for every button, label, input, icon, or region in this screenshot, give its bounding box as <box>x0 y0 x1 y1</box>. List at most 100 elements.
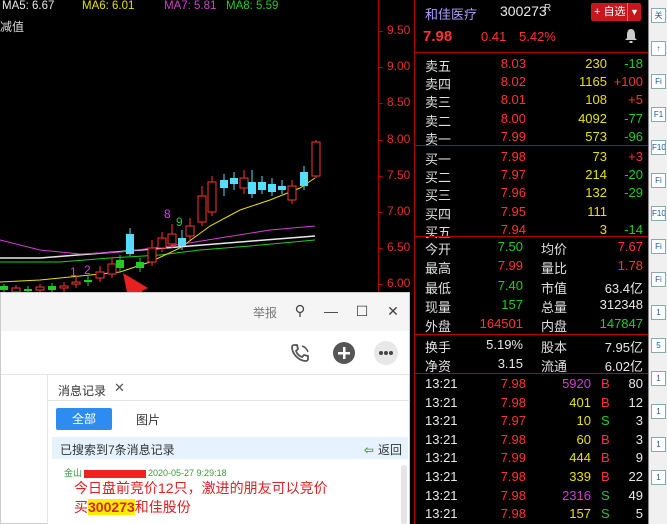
filter-all-button[interactable]: 全部 <box>56 408 112 430</box>
stat-value: 7.40 <box>497 277 523 293</box>
phone-icon[interactable] <box>287 340 313 366</box>
candle-body <box>268 184 276 192</box>
order-book-row[interactable]: 卖三 8.01 108 +5 <box>415 90 649 110</box>
tick-volume: 339 <box>569 469 591 484</box>
toolbar-icon[interactable]: 1 <box>651 470 666 485</box>
tick-direction: S <box>601 487 610 503</box>
stat-label: 量比 <box>541 261 568 277</box>
stat-value: 312348 <box>599 296 643 312</box>
order-book-row[interactable]: 买四 7.95 111 <box>415 202 649 222</box>
tick-row: 13:21 7.98 157 S 5 <box>415 504 649 523</box>
candle-body <box>239 177 249 189</box>
order-price: 8.01 <box>500 92 526 108</box>
add-friend-icon[interactable] <box>331 340 357 366</box>
back-button[interactable]: ⇦ 返回 <box>364 441 402 458</box>
tab-message-record[interactable]: 消息记录 ✕ <box>48 375 410 401</box>
back-arrow-icon: ⇦ <box>363 443 374 457</box>
order-book-row[interactable]: 买三 7.96 132 -29 <box>415 183 649 203</box>
tick-row: 13:21 7.98 2316 S 49 <box>415 486 649 505</box>
stat-label: 市值 <box>541 280 568 296</box>
order-volume: 1165 <box>579 74 607 90</box>
candle-body <box>107 263 117 275</box>
chat-window: 举报 — ☐ ✕ 消息记录 ✕ 全部 图片 已搜索到7条消息记录 ⇦ 返回 金山… <box>0 292 410 524</box>
order-price: 8.03 <box>500 56 526 71</box>
price-tick-label: 6.50 <box>387 240 411 255</box>
sender-name: 金山 <box>64 468 83 478</box>
toolbar-icon[interactable]: 1 <box>651 305 666 320</box>
order-volume: 108 <box>585 92 607 108</box>
order-price: 7.95 <box>500 203 526 219</box>
more-icon[interactable] <box>373 340 399 366</box>
report-button[interactable]: 举报 <box>253 304 277 321</box>
toolbar-icon[interactable]: F10 <box>651 140 666 155</box>
tick-time: 13:21 <box>425 413 458 429</box>
stock-name[interactable]: 和佳医疗 <box>425 4 477 23</box>
stat-label: 均价 <box>541 242 568 257</box>
stat-value: 1.78 <box>617 258 643 274</box>
order-change: -29 <box>624 185 643 201</box>
minimize-icon[interactable]: — <box>322 302 340 320</box>
tab-label: 消息记录 <box>58 384 107 398</box>
toolbar-icon[interactable]: Fi <box>651 74 666 89</box>
price-tick-label: 8.50 <box>387 95 411 110</box>
pin-icon[interactable] <box>291 302 309 320</box>
price-tick-mark <box>379 212 383 213</box>
scrollbar[interactable] <box>401 465 407 524</box>
tick-direction: S <box>601 506 610 522</box>
back-label: 返回 <box>377 443 402 457</box>
toolbar-icon[interactable]: ↑ <box>651 41 666 56</box>
candle-body <box>230 178 238 184</box>
stat-value: 3.15 <box>497 356 523 372</box>
toolbar-icon[interactable]: 1 <box>651 371 666 386</box>
order-book-row[interactable]: 卖四 8.02 1165 +100 <box>415 72 649 92</box>
order-change: -18 <box>624 56 643 71</box>
candle-body <box>287 185 297 201</box>
stat-label: 今开 <box>425 242 452 257</box>
tick-row: 13:21 7.97 10 S 3 <box>415 411 649 430</box>
chevron-down-icon[interactable]: ▼ <box>627 3 641 21</box>
toolbar-icon[interactable]: 5 <box>651 338 666 353</box>
marker-2: 2 <box>84 263 91 277</box>
stock-code: 300273 <box>500 3 547 19</box>
close-icon[interactable]: ✕ <box>384 302 402 320</box>
toolbar-icon[interactable]: 1 <box>651 437 666 452</box>
order-book-row[interactable]: 买一 7.98 73 +3 <box>415 147 649 167</box>
message-stock-code: 300273 <box>88 499 135 515</box>
order-change: -14 <box>624 221 643 237</box>
maximize-icon[interactable]: ☐ <box>353 302 371 320</box>
price-line: 7.98 0.41 5.42% <box>423 28 643 48</box>
tick-row: 13:21 7.98 5920 B 80 <box>415 374 649 393</box>
right-toolbar: 关 ↑ Fi F1 F10 Fi F10 Fi Fi 1 5 1 1 1 1 <box>648 0 667 524</box>
tab-close-icon[interactable]: ✕ <box>114 380 125 396</box>
chat-titlebar[interactable]: 举报 — ☐ ✕ <box>1 293 409 331</box>
order-book-row[interactable]: 卖二 8.00 4092 -77 <box>415 109 649 129</box>
stat-label: 换手 <box>425 340 452 355</box>
order-book-row[interactable]: 卖一 7.99 573 -96 <box>415 127 649 147</box>
toolbar-icon[interactable]: 1 <box>651 404 666 419</box>
toolbar-icon[interactable]: F10 <box>651 206 666 221</box>
tick-time: 13:21 <box>425 431 458 447</box>
stat-value: 7.95亿 <box>604 340 643 355</box>
order-volume: 73 <box>592 149 607 164</box>
order-volume: 3 <box>599 221 607 237</box>
filter-image-button[interactable]: 图片 <box>136 411 160 428</box>
stat-value: 7.67 <box>617 239 643 254</box>
candle-body <box>258 182 266 190</box>
price-tick-label: 9.50 <box>387 23 411 37</box>
toolbar-icon[interactable]: Fi <box>651 272 666 287</box>
toolbar-icon[interactable]: Fi <box>651 173 666 188</box>
order-book-row[interactable]: 卖五 8.03 230 -18 <box>415 54 649 74</box>
add-watchlist-button[interactable]: + 自选 ▼ <box>591 3 641 21</box>
candle-body <box>157 237 167 249</box>
order-book-row[interactable]: 买二 7.97 214 -20 <box>415 165 649 185</box>
bell-icon[interactable] <box>624 28 638 44</box>
toolbar-icon[interactable]: F1 <box>651 107 666 122</box>
stat-value: 7.50 <box>497 239 523 254</box>
toolbar-icon[interactable]: 关 <box>651 8 666 23</box>
stat-value: 164501 <box>479 316 523 332</box>
order-price: 7.94 <box>500 221 526 237</box>
stat-label: 股本 <box>541 340 568 355</box>
tick-count: 5 <box>635 506 643 522</box>
toolbar-icon[interactable]: Fi <box>651 239 666 254</box>
tick-row: 13:21 7.98 339 B 22 <box>415 467 649 486</box>
